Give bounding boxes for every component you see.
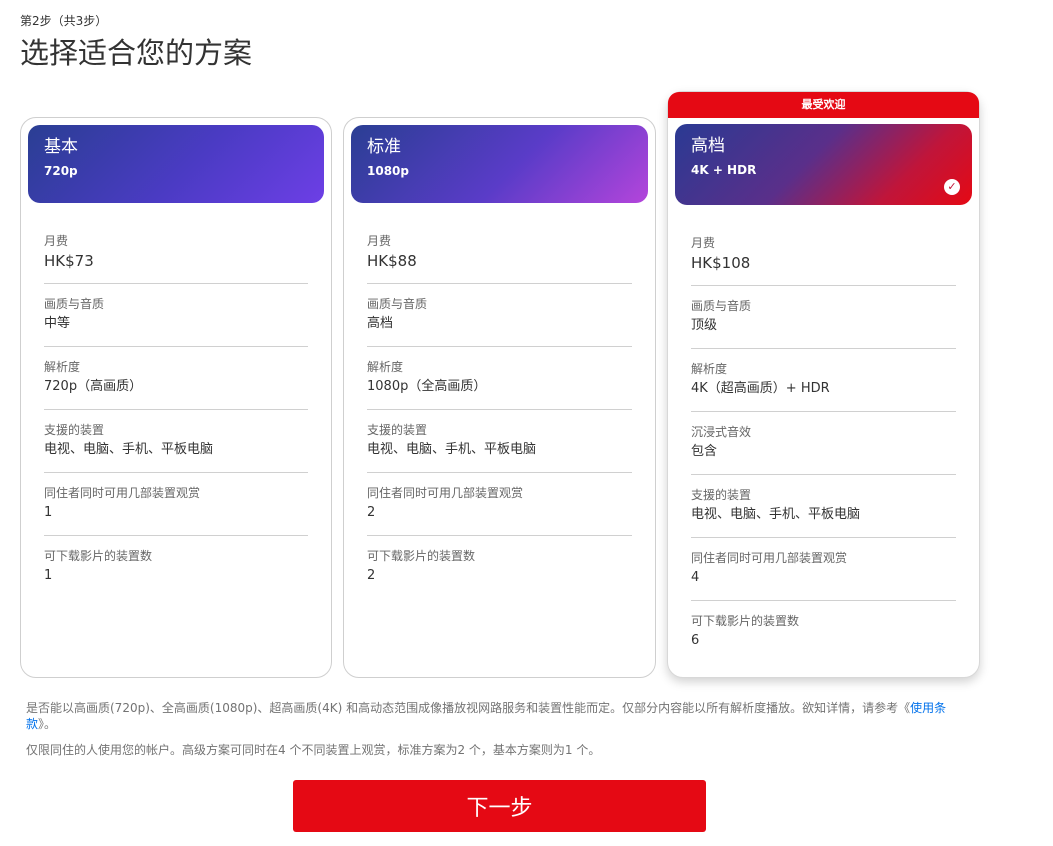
feature-row-devices: 支援的装置电视、电脑、手机、平板电脑 <box>691 475 956 538</box>
plan-feature-list: 月费 HK$73 画质与音质中等 解析度 720p（高画质） 支援的装置电视、电脑、… <box>44 221 308 599</box>
feature-row-price: 月费 HK$73 <box>44 221 308 284</box>
feature-label: 月费 <box>691 236 716 250</box>
disclaimer-end: 》。 <box>38 717 57 731</box>
feature-label: 画质与音质 <box>44 297 105 311</box>
plan-card-basic[interactable]: 基本 720p 月费 HK$73 画质与音质中等 解析度 720p（高画质） 支援的… <box>20 117 332 678</box>
feature-label: 同住者同时可用几部装置观赏 <box>367 486 524 500</box>
feature-label: 可下载影片的装置数 <box>367 549 476 563</box>
feature-row-quality: 画质与音质 高档 <box>367 284 632 347</box>
feature-label: 解析度 <box>367 360 404 374</box>
feature-label: 可下载影片的装置数 <box>44 549 153 563</box>
plan-card-premium[interactable]: 最受欢迎 高档 4K + HDR ✓ 月费 HK$108 画质与音质顶级 解析度 4… <box>667 91 980 678</box>
feature-label: 沉浸式音效 <box>691 425 752 439</box>
feature-label: 可下载影片的装置数 <box>691 614 800 628</box>
feature-value: 4 <box>691 570 700 585</box>
feature-value: 2 <box>367 568 376 583</box>
feature-value: 720p（高画质） <box>44 379 143 394</box>
plan-name: 高档 <box>691 136 725 156</box>
most-popular-badge: 最受欢迎 <box>668 92 979 118</box>
feature-label: 支援的装置 <box>367 423 428 437</box>
feature-value: HK$88 <box>367 252 417 270</box>
feature-value: 4K（超高画质）+ HDR <box>691 381 830 396</box>
feature-label: 支援的装置 <box>44 423 105 437</box>
feature-row-price: 月费 HK$88 <box>367 221 632 284</box>
feature-row-quality: 画质与音质 顶级 <box>691 286 956 349</box>
feature-label: 同住者同时可用几部装置观赏 <box>44 486 201 500</box>
feature-row-downloads: 可下载影片的装置数 2 <box>367 536 632 599</box>
feature-label: 画质与音质 <box>691 299 752 313</box>
feature-value: 1 <box>44 568 53 583</box>
feature-label: 解析度 <box>691 362 728 376</box>
plan-header-premium[interactable]: 高档 4K + HDR ✓ <box>675 124 972 205</box>
feature-value: 6 <box>691 633 700 648</box>
plan-header-standard[interactable]: 标准 1080p <box>351 125 648 203</box>
plan-name: 标准 <box>367 137 401 157</box>
feature-value: 高档 <box>367 316 394 331</box>
resolution-disclaimer: 是否能以高画质(720p)、全高画质(1080p)、超高画质(4K) 和高动态范… <box>26 700 961 732</box>
feature-label: 月费 <box>367 234 392 248</box>
feature-value: 1080p（全高画质） <box>367 379 487 394</box>
feature-value: HK$73 <box>44 252 94 270</box>
plan-feature-list: 月费 HK$108 画质与音质顶级 解析度 4K（超高画质）+ HDR 沉浸式音效包… <box>691 223 956 664</box>
plan-name: 基本 <box>44 137 78 157</box>
feature-label: 同住者同时可用几部装置观赏 <box>691 551 848 565</box>
feature-value: 电视、电脑、手机、平板电脑 <box>44 442 214 457</box>
feature-row-downloads: 可下载影片的装置数 6 <box>691 601 956 664</box>
feature-value: 2 <box>367 505 376 520</box>
feature-row-quality: 画质与音质 中等 <box>44 284 308 347</box>
plan-resolution-tag: 720p <box>44 164 78 178</box>
plan-header-basic[interactable]: 基本 720p <box>28 125 324 203</box>
feature-row-concurrent: 同住者同时可用几部装置观赏 4 <box>691 538 956 601</box>
feature-row-downloads: 可下载影片的装置数 1 <box>44 536 308 599</box>
check-circle-icon: ✓ <box>944 179 960 195</box>
page-title: 选择适合您的方案 <box>20 36 253 70</box>
feature-label: 月费 <box>44 234 69 248</box>
feature-row-price: 月费 HK$108 <box>691 223 956 286</box>
plan-feature-list: 月费 HK$88 画质与音质高档 解析度 1080p（全高画质） 支援的装置电视、电… <box>367 221 632 599</box>
plan-card-standard[interactable]: 标准 1080p 月费 HK$88 画质与音质高档 解析度 1080p（全高画质） … <box>343 117 656 678</box>
feature-label: 解析度 <box>44 360 81 374</box>
feature-value: 电视、电脑、手机、平板电脑 <box>367 442 537 457</box>
feature-value: 包含 <box>691 444 718 459</box>
feature-row-concurrent: 同住者同时可用几部装置观赏 1 <box>44 473 308 536</box>
feature-value: HK$108 <box>691 254 751 272</box>
feature-row-devices: 支援的装置电视、电脑、手机、平板电脑 <box>44 410 308 473</box>
feature-label: 支援的装置 <box>691 488 752 502</box>
feature-value: 顶级 <box>691 318 718 333</box>
step-indicator: 第2步（共3步） <box>20 14 108 28</box>
next-button[interactable]: 下一步 <box>293 780 706 832</box>
feature-label: 画质与音质 <box>367 297 428 311</box>
feature-row-spatial-audio: 沉浸式音效 包含 <box>691 412 956 475</box>
plan-resolution-tag: 4K + HDR <box>691 163 757 177</box>
feature-row-resolution: 解析度 1080p（全高画质） <box>367 347 632 410</box>
feature-row-resolution: 解析度 4K（超高画质）+ HDR <box>691 349 956 412</box>
feature-row-concurrent: 同住者同时可用几部装置观赏 2 <box>367 473 632 536</box>
feature-value: 电视、电脑、手机、平板电脑 <box>691 507 861 522</box>
feature-row-devices: 支援的装置电视、电脑、手机、平板电脑 <box>367 410 632 473</box>
feature-value: 1 <box>44 505 53 520</box>
feature-row-resolution: 解析度 720p（高画质） <box>44 347 308 410</box>
plan-resolution-tag: 1080p <box>367 164 409 178</box>
feature-value: 中等 <box>44 316 71 331</box>
disclaimer-text: 是否能以高画质(720p)、全高画质(1080p)、超高画质(4K) 和高动态范… <box>26 701 911 715</box>
household-note: 仅限同住的人使用您的帐户。高级方案可同时在4 个不同装置上观赏，标准方案为2 个… <box>26 743 601 757</box>
